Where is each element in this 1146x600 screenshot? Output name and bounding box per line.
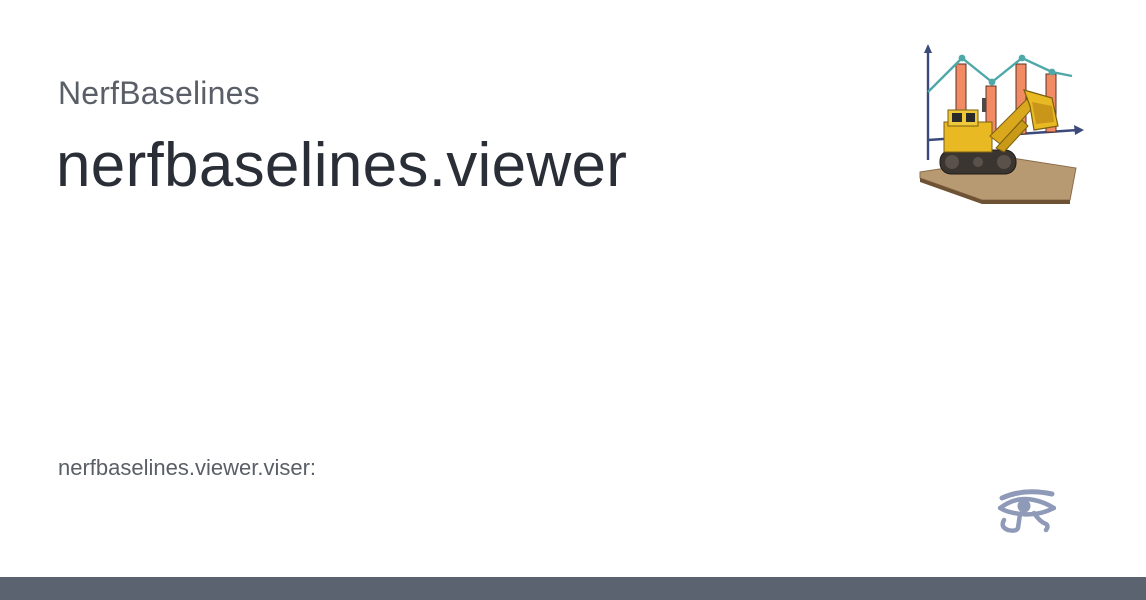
- page-title: nerfbaselines.viewer: [56, 131, 628, 200]
- eye-of-horus-icon: [997, 489, 1056, 533]
- page-subtitle: nerfbaselines.viewer.viser:: [58, 455, 317, 480]
- social-card: NerfBaselines nerfbaselines.viewer nerfb…: [0, 0, 1146, 600]
- footer-bar: [0, 577, 1146, 600]
- nerfbaselines-logo-icon: [919, 44, 1084, 204]
- project-name: NerfBaselines: [58, 75, 260, 111]
